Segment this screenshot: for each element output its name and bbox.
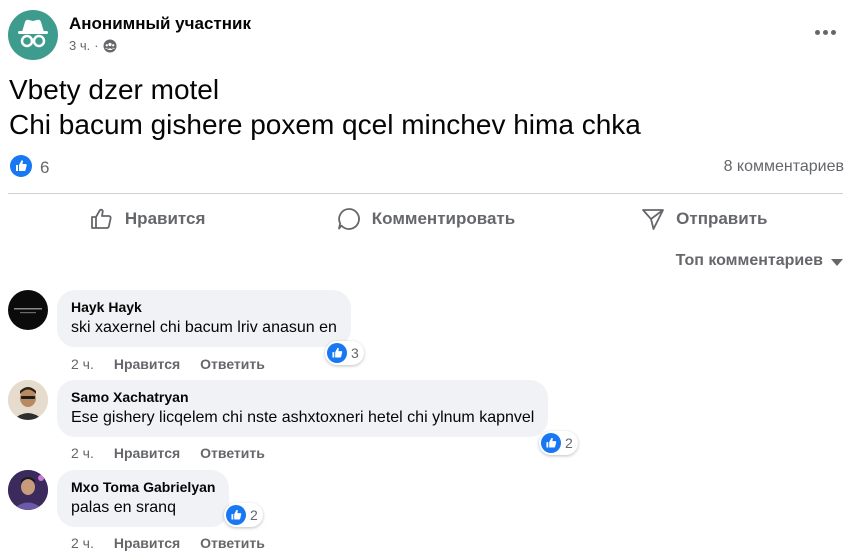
share-button[interactable]: Отправить	[565, 196, 843, 242]
comment-reactions[interactable]: 3	[325, 341, 364, 365]
reaction-count: 3	[351, 345, 359, 361]
more-options-button[interactable]	[810, 22, 840, 42]
comment-like-button[interactable]: Нравится	[114, 356, 180, 372]
comment-bubble: Hayk Hayk ski xaxernel chi bacum lriv an…	[57, 290, 351, 347]
comment-bubble: Samo Xachatryan Ese gishery licqelem chi…	[57, 380, 549, 437]
like-reaction-icon	[226, 505, 246, 525]
like-reaction-icon[interactable]	[10, 155, 32, 177]
anonymous-avatar[interactable]	[8, 10, 58, 60]
comment-icon	[337, 208, 360, 230]
comment-time[interactable]: 2 ч.	[71, 535, 94, 551]
share-button-label: Отправить	[676, 209, 768, 228]
post-meta: 3 ч. ·	[69, 38, 117, 53]
comment-actions: 2 ч. Нравится Ответить	[71, 356, 265, 372]
comment-actions: 2 ч. Нравится Ответить	[71, 535, 265, 551]
like-button[interactable]: Нравится	[8, 196, 286, 242]
like-button-label: Нравится	[124, 209, 206, 228]
post-text-line-2: Chi bacum gishere poxem qcel minchev him…	[9, 109, 641, 140]
commenter-avatar[interactable]	[8, 470, 48, 510]
comment-bubble: Mxo Toma Gabrielyan palas en sranq	[57, 470, 230, 527]
divider	[8, 193, 843, 194]
author-name[interactable]: Анонимный участник	[69, 14, 251, 34]
comment-actions: 2 ч. Нравится Ответить	[71, 445, 265, 461]
post-text: Vbety dzer motel Chi bacum gishere poxem…	[9, 72, 641, 142]
comment-reactions[interactable]: 2	[539, 431, 578, 455]
commenter-avatar[interactable]	[8, 290, 48, 330]
post-text-line-1: Vbety dzer motel	[9, 74, 220, 105]
comment-like-button[interactable]: Нравится	[114, 535, 180, 551]
comment-time[interactable]: 2 ч.	[71, 356, 94, 372]
comment-time[interactable]: 2 ч.	[71, 445, 94, 461]
post-time[interactable]: 3 ч.	[69, 38, 90, 53]
like-reaction-icon	[541, 433, 561, 453]
comment-button[interactable]: Комментировать	[286, 196, 564, 242]
thumbs-up-icon	[91, 208, 112, 229]
send-icon	[642, 209, 665, 230]
comment-reply-button[interactable]: Ответить	[200, 356, 265, 372]
post-action-bar: Нравится Комментировать Отправить	[8, 196, 843, 242]
comment-text: ski xaxernel chi bacum lriv anasun en	[71, 319, 337, 336]
like-reaction-icon	[327, 343, 347, 363]
more-dot-icon	[814, 29, 820, 35]
sort-label: Топ комментариев	[675, 252, 823, 269]
comment-text: palas en sranq	[71, 499, 176, 516]
comment-reply-button[interactable]: Ответить	[200, 535, 265, 551]
commenter-avatar[interactable]	[8, 380, 48, 420]
comment-text: Ese gishery licqelem chi nste ashxtoxner…	[71, 409, 535, 426]
reaction-count: 2	[250, 507, 258, 523]
caret-down-icon	[831, 258, 843, 266]
comment-button-label: Комментировать	[371, 209, 516, 228]
incognito-icon	[18, 19, 48, 48]
comment-sort-dropdown[interactable]: Топ комментариев	[676, 252, 843, 270]
comment-like-button[interactable]: Нравится	[114, 445, 180, 461]
group-icon	[103, 39, 117, 52]
comments-count-link[interactable]: 8 комментариев	[724, 158, 844, 176]
comment-reactions[interactable]: 2	[224, 503, 263, 527]
post-stats: 6 8 комментариев	[8, 152, 844, 182]
commenter-name[interactable]: Hayk Hayk	[71, 299, 337, 315]
like-count[interactable]: 6	[40, 158, 49, 178]
commenter-name[interactable]: Samo Xachatryan	[71, 389, 534, 405]
post-header: Анонимный участник 3 ч. ·	[8, 10, 848, 62]
commenter-name[interactable]: Mxo Toma Gabrielyan	[71, 479, 215, 495]
comment-reply-button[interactable]: Ответить	[200, 445, 265, 461]
reaction-count: 2	[565, 435, 573, 451]
